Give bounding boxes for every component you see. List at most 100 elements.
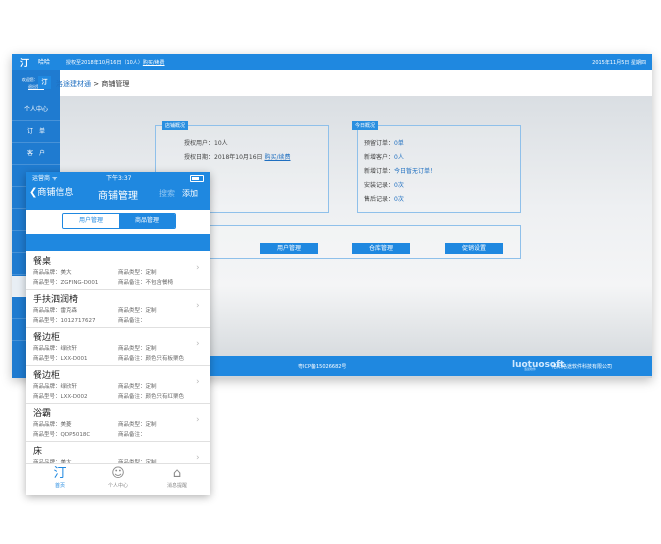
today-row-value: 0次 <box>394 196 404 203</box>
product-type: 商品类型：定制 <box>118 270 157 276</box>
battery-icon <box>190 175 204 182</box>
today-row-label: 售后记录： <box>364 196 395 203</box>
nav-messages-label: 消息提醒 <box>166 483 187 489</box>
today-row: 安装记录：0次 <box>364 180 404 189</box>
phone-screen: 运营商 ᯤ 下午3:37 ❮商铺信息 商铺管理 搜索 添加 用户管理 商品管理 … <box>26 172 210 495</box>
breadcrumb: 洛途建材通 > 商铺管理 <box>56 79 129 89</box>
list-item[interactable]: 餐边柜 商品品牌：绿欣轩 商品型号：LXX-D001 商品类型：定制 商品备注：… <box>26 328 210 366</box>
welcome-text: 欢迎您：LLOVA <box>21 77 51 82</box>
product-note: 商品备注： <box>118 318 146 324</box>
nav-home[interactable]: 汀 首页 <box>35 466 85 489</box>
sidebar-user: 欢迎您：LLOVA 退出登录 <box>14 76 58 90</box>
user-manage-button[interactable]: 用户管理 <box>260 243 318 254</box>
users-line: 授权用户：10人 <box>184 138 228 147</box>
product-name: 浴霸 <box>33 409 52 419</box>
phone-header: 运营商 ᯤ 下午3:37 ❮商铺信息 商铺管理 搜索 添加 <box>26 172 210 210</box>
today-row-label: 预留订单： <box>364 140 395 147</box>
product-name: 床 <box>33 447 43 457</box>
users-label: 授权用户： <box>184 140 215 147</box>
current-date: 2015年11月5日 星期四 <box>592 60 646 66</box>
chevron-right-icon: › <box>196 377 200 387</box>
brand-icon: 汀 <box>38 76 51 89</box>
wifi-icon: ᯤ <box>51 175 58 182</box>
product-model: 商品型号：LXX-D001 <box>33 356 88 362</box>
product-brand: 商品品牌：绿欣轩 <box>33 384 78 390</box>
chevron-right-icon: › <box>196 453 200 463</box>
chevron-right-icon: › <box>196 263 200 273</box>
license-text: 授权至2018年10月16日（10人） <box>66 60 143 66</box>
date-line: 授权日期：2018年10月16日 购买/续费 <box>184 152 291 161</box>
page-title: 商铺管理 <box>98 191 138 202</box>
status-carrier: 运营商 ᯤ <box>32 173 57 182</box>
renew-link[interactable]: 购买/续费 <box>143 60 165 66</box>
product-brand: 商品品牌：美大 <box>33 270 72 276</box>
today-row: 售后记录：0次 <box>364 194 404 203</box>
product-type: 商品类型：定制 <box>118 346 157 352</box>
today-row-value: 今日暂无订单！ <box>394 168 437 175</box>
chevron-right-icon: › <box>196 339 200 349</box>
breadcrumb-current: 商铺管理 <box>101 80 130 88</box>
today-overview-title: 今日概况 <box>352 121 379 130</box>
back-button[interactable]: ❮商铺信息 <box>29 185 73 198</box>
add-button[interactable]: 添加 <box>182 188 198 199</box>
date-label: 授权日期： <box>184 154 215 161</box>
today-row-label: 新增订单： <box>364 168 395 175</box>
warehouse-manage-button[interactable]: 仓库管理 <box>352 243 410 254</box>
product-note: 商品备注： <box>118 432 146 438</box>
carrier-name: 运营商 <box>32 175 51 182</box>
breadcrumb-parent[interactable]: 洛途建材通 <box>56 80 91 88</box>
home-icon: 汀 <box>53 466 67 481</box>
today-row: 预留订单：0单 <box>364 138 404 147</box>
bottom-nav: 汀 首页 ☺ 个人中心 ⌂ 消息提醒 <box>26 463 210 495</box>
list-item[interactable]: 手扶泗润椅 商品品牌：雷克森 商品型号：1012717627 商品类型：定制 商… <box>26 290 210 328</box>
icp-number: 粤ICP备15026682号 <box>298 364 347 370</box>
today-row-value: 0单 <box>394 140 404 147</box>
product-type: 商品类型：定制 <box>118 422 157 428</box>
list-item[interactable]: 餐边柜 商品品牌：绿欣轩 商品型号：LXX-D002 商品类型：定制 商品备注：… <box>26 366 210 404</box>
back-label: 商铺信息 <box>37 188 74 198</box>
today-row-value: 0人 <box>394 154 404 161</box>
sidebar-item-customers[interactable]: 客 户 <box>12 144 60 165</box>
tab-user-manage[interactable]: 用户管理 <box>63 214 119 228</box>
today-row: 新增客户：0人 <box>364 152 404 161</box>
nav-messages[interactable]: ⌂ 消息提醒 <box>152 466 202 489</box>
date-value: 2018年10月16日 <box>214 154 263 161</box>
top-bar: 汀 哈哈 授权至2018年10月16日（10人）购买/续费 2015年11月5日… <box>12 54 652 70</box>
chevron-right-icon: › <box>196 415 200 425</box>
product-model: 商品型号：1012717627 <box>33 318 96 324</box>
breadcrumb-bar <box>60 70 652 96</box>
product-brand: 商品品牌：美菱 <box>33 422 72 428</box>
user-icon: ☺ <box>111 466 125 481</box>
message-icon: ⌂ <box>172 466 182 481</box>
promo-settings-button[interactable]: 促销设置 <box>445 243 503 254</box>
product-note: 商品备注：颜色只有板栗色 <box>118 356 185 362</box>
product-brand: 商品品牌：雷克森 <box>33 308 78 314</box>
nav-profile[interactable]: ☺ 个人中心 <box>93 466 143 489</box>
status-time: 下午3:37 <box>106 175 132 182</box>
product-model: 商品型号：LXX-D002 <box>33 394 88 400</box>
nav-home-label: 首页 <box>54 483 65 489</box>
app-logo-icon: 汀 <box>20 59 30 69</box>
product-name: 餐边柜 <box>33 333 61 343</box>
list-header-band <box>26 234 210 251</box>
product-type: 商品类型：定制 <box>118 308 157 314</box>
users-value: 10人 <box>214 140 228 147</box>
renew-link-2[interactable]: 购买/续费 <box>264 154 290 161</box>
list-item[interactable]: 餐桌 商品品牌：美大 商品型号：ZGFING-D001 商品类型：定制 商品备注… <box>26 252 210 290</box>
sidebar-item-profile[interactable]: 个人中心 <box>12 100 60 121</box>
breadcrumb-sep: > <box>91 80 102 88</box>
product-model: 商品型号：QDP5018C <box>33 432 91 438</box>
product-name: 手扶泗润椅 <box>33 295 79 305</box>
footer-logo-sub: 洛途软件 <box>524 367 537 371</box>
product-type: 商品类型：定制 <box>118 384 157 390</box>
today-row-value: 0次 <box>394 182 404 189</box>
sidebar-item-orders[interactable]: 订 单 <box>12 122 60 143</box>
logout-link[interactable]: 退出登录 <box>14 83 58 90</box>
product-note: 商品备注：颜色只有红栗色 <box>118 394 185 400</box>
company-name: 洛阳洛途软件科技有限公司 <box>552 364 613 370</box>
tab-product-manage[interactable]: 商品管理 <box>119 214 175 228</box>
search-button[interactable]: 搜索 <box>159 188 175 199</box>
product-note: 商品备注：不包含餐椅 <box>118 280 174 286</box>
list-item[interactable]: 浴霸 商品品牌：美菱 商品型号：QDP5018C 商品类型：定制 商品备注： › <box>26 404 210 442</box>
today-row-label: 新增客户： <box>364 154 395 161</box>
